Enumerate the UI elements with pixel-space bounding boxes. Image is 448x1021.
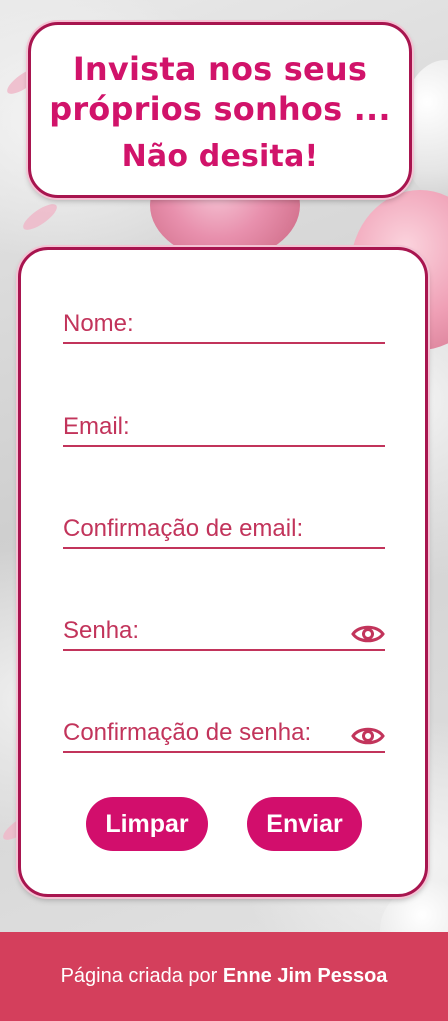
eye-icon[interactable] bbox=[351, 623, 385, 645]
petal-decoration bbox=[19, 199, 61, 235]
password-field[interactable]: Senha: bbox=[63, 613, 389, 651]
signup-form: Nome: Email: Confirmação de email: Senha… bbox=[18, 247, 428, 897]
headline-card: Invista nos seus próprios sonhos ... Não… bbox=[28, 22, 412, 198]
footer-author: Enne Jim Pessoa bbox=[222, 965, 388, 987]
email-confirm-field[interactable]: Confirmação de email: bbox=[63, 511, 389, 549]
email-input[interactable] bbox=[63, 409, 389, 447]
clear-button[interactable]: Limpar bbox=[86, 797, 208, 851]
password-input[interactable] bbox=[63, 613, 389, 651]
email-field[interactable]: Email: bbox=[63, 409, 389, 447]
password-confirm-input[interactable] bbox=[63, 715, 389, 753]
name-field[interactable]: Nome: bbox=[63, 306, 389, 344]
submit-button[interactable]: Enviar bbox=[247, 797, 362, 851]
footer: Página criada por Enne Jim Pessoa bbox=[0, 932, 448, 1021]
headline-line-1: Invista nos seus bbox=[72, 50, 368, 88]
password-confirm-field[interactable]: Confirmação de senha: bbox=[63, 715, 389, 753]
footer-credit-text: Página criada por bbox=[60, 965, 218, 987]
headline-line-3: Não desita! bbox=[121, 139, 319, 174]
headline-line-2: próprios sonhos ... bbox=[49, 90, 391, 128]
email-confirm-input[interactable] bbox=[63, 511, 389, 549]
eye-icon[interactable] bbox=[351, 725, 385, 747]
name-input[interactable] bbox=[63, 306, 389, 344]
